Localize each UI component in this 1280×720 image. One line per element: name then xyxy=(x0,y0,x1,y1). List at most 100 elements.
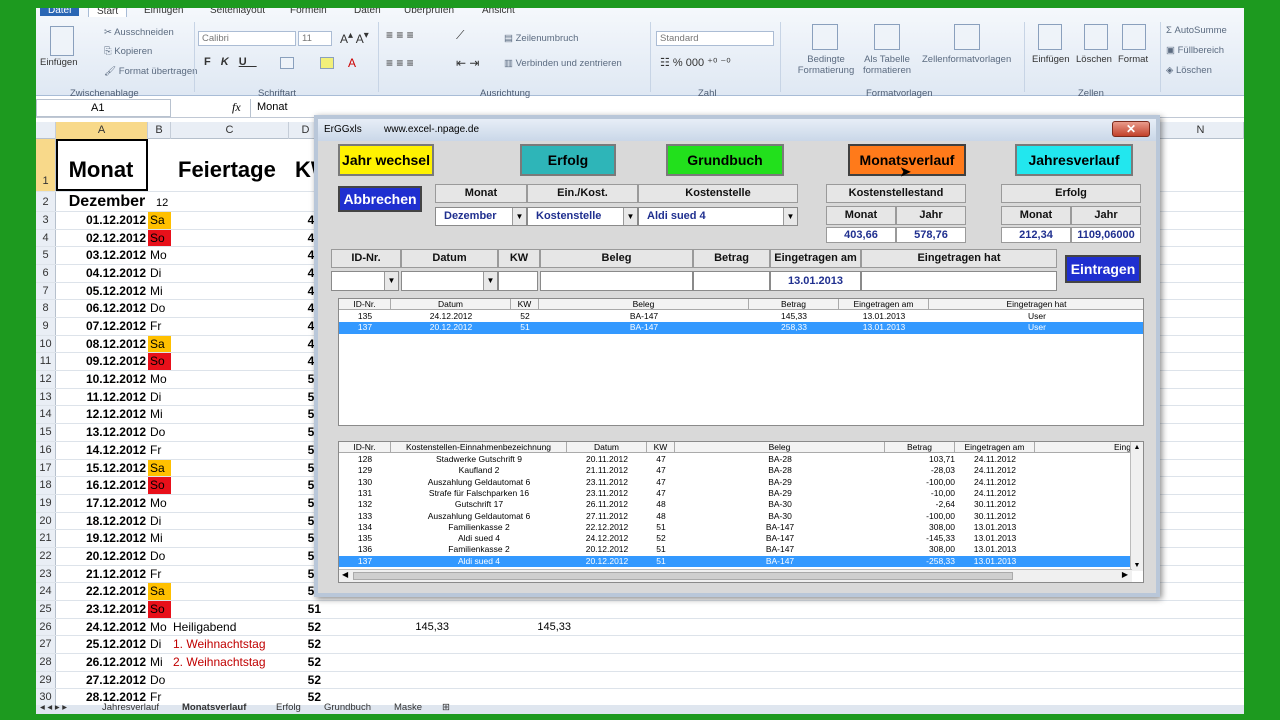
row-header[interactable]: 28 xyxy=(36,654,56,671)
weekday-cell[interactable]: Mi xyxy=(148,654,171,671)
list-column-header[interactable]: KW xyxy=(647,442,675,453)
weekday-cell[interactable]: Mi xyxy=(148,406,171,423)
paste-icon[interactable] xyxy=(50,26,74,56)
holiday-cell[interactable] xyxy=(171,406,289,423)
weekday-cell[interactable]: Di xyxy=(148,389,171,406)
holiday-cell[interactable] xyxy=(171,283,289,300)
holiday-cell[interactable] xyxy=(171,389,289,406)
list-item[interactable]: 137 20.12.2012 51 BA-147 258,33 13.01.2013 Use… xyxy=(339,322,1143,334)
cell-b2-number[interactable]: 12 xyxy=(154,192,177,211)
list-column-header[interactable]: ID-Nr. xyxy=(339,442,391,453)
chevron-down-icon[interactable]: ▼ xyxy=(623,208,637,225)
sheet-tab-erfolg[interactable]: Erfolg xyxy=(276,702,301,713)
font-color-icon[interactable]: A xyxy=(348,56,356,70)
cut-button[interactable]: ✂ Ausschneiden xyxy=(104,27,174,38)
row-header[interactable]: 13 xyxy=(36,388,56,406)
number-format-icons[interactable]: ☷ % 000 ⁺⁰ ⁻⁰ xyxy=(660,56,731,69)
holiday-cell[interactable] xyxy=(171,265,289,282)
fx-icon[interactable]: fx xyxy=(232,100,241,115)
holiday-cell[interactable] xyxy=(171,548,289,565)
date-cell[interactable]: 21.12.2012 xyxy=(56,566,148,583)
date-cell[interactable]: 06.12.2012 xyxy=(56,300,148,317)
grow-font-icon[interactable]: A▴ A▾ xyxy=(340,30,369,46)
sheet-tab-grundbuch[interactable]: Grundbuch xyxy=(324,702,371,713)
weekday-cell[interactable]: Do xyxy=(148,300,171,317)
cell-styles-icon[interactable] xyxy=(954,24,980,50)
weekday-cell[interactable]: So xyxy=(148,229,171,247)
close-icon[interactable]: ✕ xyxy=(1112,121,1150,137)
cell-a2-month[interactable]: Dezember xyxy=(58,192,158,211)
row-header[interactable]: 10 xyxy=(36,335,56,353)
delete-cells-icon[interactable] xyxy=(1084,24,1108,50)
date-cell[interactable]: 27.12.2012 xyxy=(56,672,148,689)
chevron-down-icon[interactable]: ▼ xyxy=(384,272,398,290)
date-cell[interactable]: 04.12.2012 xyxy=(56,265,148,282)
date-cell[interactable]: 10.12.2012 xyxy=(56,371,148,388)
wrap-text-button[interactable]: ▤ Zeilenumbruch xyxy=(504,33,578,44)
date-cell[interactable]: 16.12.2012 xyxy=(56,477,148,494)
indent-icons[interactable]: ⇤ ⇥ xyxy=(456,56,479,70)
datum-select[interactable]: ▼ xyxy=(401,271,498,291)
date-cell[interactable]: 22.12.2012 xyxy=(56,583,148,600)
name-box[interactable]: A1 xyxy=(36,99,171,117)
date-cell[interactable]: 17.12.2012 xyxy=(56,495,148,512)
orientation-icon[interactable]: ⟋ xyxy=(456,28,464,43)
list-item[interactable]: 135 24.12.2012 52 BA-147 145,33 13.01.2013 Use… xyxy=(339,311,1143,322)
vertical-scrollbar[interactable]: ▲ ▼ xyxy=(1130,442,1143,571)
holiday-cell[interactable] xyxy=(171,318,289,335)
date-cell[interactable]: 11.12.2012 xyxy=(56,389,148,406)
font-name-select[interactable]: Calibri xyxy=(198,31,296,46)
delete-cells-button[interactable]: Löschen xyxy=(1076,54,1112,65)
copy-button[interactable]: ⎘ Kopieren xyxy=(104,46,152,57)
date-cell[interactable]: 13.12.2012 xyxy=(56,424,148,441)
list-item[interactable]: 131 Strafe für Falschparken 16 23.11.2012 4… xyxy=(339,488,1132,499)
weekday-cell[interactable]: Fr xyxy=(148,566,171,583)
list-item[interactable]: 130 Auszahlung Geldautomat 6 23.11.2012 47 B… xyxy=(339,477,1132,488)
weekday-cell[interactable]: Mo xyxy=(148,495,171,512)
date-cell[interactable]: 02.12.2012 xyxy=(56,230,148,247)
scroll-right-icon[interactable]: ▶ xyxy=(1122,570,1128,579)
monat-select[interactable]: Dezember ▼ xyxy=(435,207,527,226)
list-column-header[interactable]: Eingetragen hat xyxy=(929,299,1143,310)
new-sheet-icon[interactable]: ⊞ xyxy=(442,702,450,713)
row-header[interactable]: 23 xyxy=(36,565,56,583)
row-header[interactable]: 8 xyxy=(36,300,56,318)
weekday-cell[interactable]: So xyxy=(148,353,171,371)
list-column-header[interactable]: ID-Nr. xyxy=(339,299,391,310)
autosum-button[interactable]: Σ AutoSumme xyxy=(1166,25,1227,36)
format-painter-button[interactable]: 🖌 Format übertragen xyxy=(104,66,197,77)
holiday-cell[interactable] xyxy=(171,530,289,547)
date-cell[interactable]: 19.12.2012 xyxy=(56,530,148,547)
row-header[interactable]: 22 xyxy=(36,547,56,565)
row-header[interactable]: 16 xyxy=(36,441,56,459)
weekday-cell[interactable]: Sa xyxy=(148,459,171,477)
date-cell[interactable]: 08.12.2012 xyxy=(56,336,148,353)
jahresverlauf-button[interactable]: Jahresverlauf xyxy=(1015,144,1133,176)
sheet-tab-jahresverlauf[interactable]: Jahresverlauf xyxy=(102,702,159,713)
merge-center-button[interactable]: ▥ Verbinden und zentrieren xyxy=(504,58,622,69)
list-item[interactable]: 133 Auszahlung Geldautomat 6 27.11.2012 48 B… xyxy=(339,511,1132,522)
weekday-cell[interactable]: Di xyxy=(148,513,171,530)
list-column-header[interactable]: KW xyxy=(511,299,539,310)
holiday-cell[interactable] xyxy=(171,212,289,229)
row-header[interactable]: 6 xyxy=(36,265,56,282)
holiday-cell[interactable] xyxy=(171,371,289,388)
row-header[interactable]: 24 xyxy=(36,583,56,600)
holiday-cell[interactable] xyxy=(171,495,289,512)
row-header[interactable]: 19 xyxy=(36,494,56,512)
sheet-tab-monatsverlauf[interactable]: Monatsverlauf xyxy=(182,702,246,713)
scroll-up-icon[interactable]: ▲ xyxy=(1131,444,1143,451)
date-cell[interactable]: 20.12.2012 xyxy=(56,548,148,565)
amount-cell[interactable]: 145,33 xyxy=(496,619,571,636)
row-header[interactable]: 7 xyxy=(36,282,56,300)
row-header[interactable]: 26 xyxy=(36,618,56,636)
list-item[interactable]: 132 Gutschrift 17 26.11.2012 48 BA-30 -2,64 30… xyxy=(339,499,1132,510)
eintragen-button[interactable]: Eintragen xyxy=(1065,255,1141,283)
tab-page-layout[interactable]: Seitenlayout xyxy=(210,8,265,16)
weekday-cell[interactable]: Do xyxy=(148,548,171,565)
row-header[interactable]: 17 xyxy=(36,459,56,477)
list-item[interactable]: 135 Aldi sued 4 24.12.2012 52 BA-147 -145,33 1… xyxy=(339,533,1132,544)
kw-cell[interactable]: 52 xyxy=(289,672,323,689)
font-size-select[interactable]: 11 xyxy=(298,31,332,46)
weekday-cell[interactable]: Do xyxy=(148,672,171,689)
